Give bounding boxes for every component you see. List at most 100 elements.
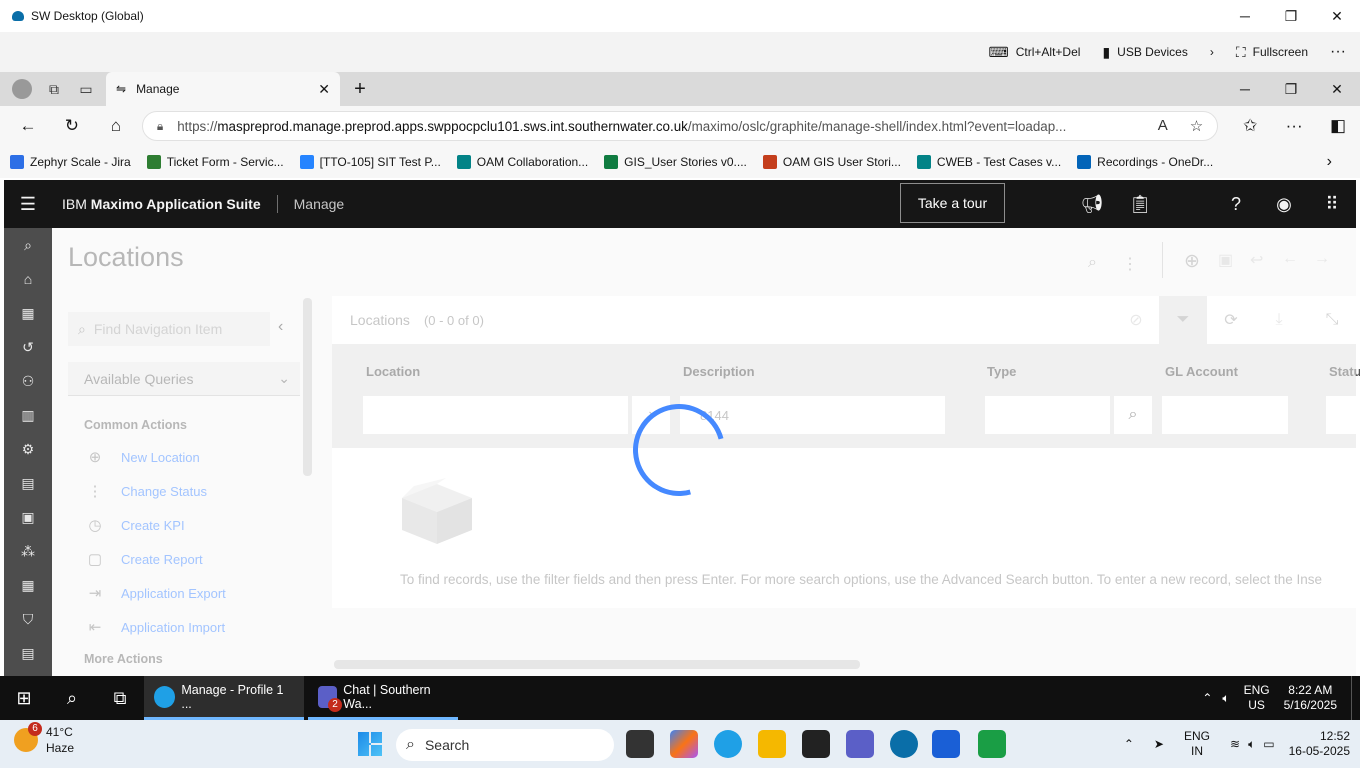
bookmark-item[interactable]: GIS_User Stories v0.... [604,155,747,169]
file-explorer-icon[interactable] [758,730,786,758]
language-indicator[interactable]: ENG IN [1184,729,1210,759]
hamburger-menu-icon[interactable]: ☰ [4,194,52,215]
left-side-nav: ⌕ ⌂ ▦ ↺ ⚇ ▥ ⚙ ▤ ▣ ⁂ ▦ ⛉ ▤ [4,228,52,676]
location-icon[interactable]: ➤ [1154,737,1164,751]
ctrl-alt-del-button[interactable]: ⌨ Ctrl+Alt+Del [989,44,1081,61]
announcements-icon[interactable]: 📢︎ [1068,180,1116,228]
app-name: Manage [293,196,345,212]
windows-start-icon[interactable] [358,732,382,756]
volume-icon[interactable]: 🔈︎ [1248,737,1255,752]
address-bar[interactable]: 🔒︎ https://maspreprod.manage.preprod.app… [141,111,1219,141]
bookmark-item[interactable]: Zephyr Scale - Jira [10,155,131,169]
assets-nav-icon[interactable]: ⚙ [4,432,52,466]
windows-start-icon[interactable]: ⊞ [0,676,48,720]
tab-actions-icon[interactable]: ▭ [70,72,102,106]
refresh-button[interactable]: ↻ [50,116,94,136]
bookmark-item[interactable]: OAM Collaboration... [456,155,588,169]
back-button[interactable]: ← [6,116,50,136]
calendar-nav-icon[interactable]: ▦ [4,568,52,602]
weather-widget[interactable]: 6 41°C Haze [14,722,74,756]
sw-desktop-icon[interactable] [890,730,918,758]
inventory-nav-icon[interactable]: ▣ [4,500,52,534]
bookmark-item[interactable]: [TTO-105] SIT Test P... [299,155,441,169]
home-nav-icon[interactable]: ⌂ [4,262,52,296]
task-view-icon[interactable]: ⧉ [96,676,144,720]
network-nav-icon[interactable]: ⁂ [4,534,52,568]
taskbar-app-label: Manage - Profile 1 ... [181,682,284,711]
clock[interactable]: 8:22 AM 5/16/2025 [1284,683,1337,713]
favorite-star-icon[interactable]: ☆ [1190,117,1203,135]
player-icon[interactable] [978,730,1006,758]
taskbar-app-chat[interactable]: 2 Chat | Southern Wa... [308,676,458,720]
bookmark-item[interactable]: OAM GIS User Stori... [762,155,901,169]
history-nav-icon[interactable]: ↺ [4,330,52,364]
settings-more-icon[interactable]: ··· [1272,116,1316,136]
s-app-icon[interactable] [932,730,960,758]
bookmark-label: GIS_User Stories v0.... [624,155,747,169]
reports-nav-icon[interactable]: ▥ [4,398,52,432]
taskbar-app-manage[interactable]: Manage - Profile 1 ... [144,676,304,720]
edge-icon[interactable] [714,730,742,758]
url-prefix: https:// [177,118,218,134]
show-desktop[interactable] [1351,676,1352,720]
tab-close-icon[interactable]: ✕ [318,81,330,98]
wifi-icon[interactable]: ≋ [1230,737,1240,751]
favorites-icon[interactable]: ✩ [1228,116,1272,136]
people-nav-icon[interactable]: ⚇ [4,364,52,398]
restore-button[interactable]: ❐ [1268,0,1314,32]
close-button[interactable]: ✕ [1314,0,1360,32]
usb-icon: ▮ [1102,43,1111,60]
search-nav-icon[interactable]: ⌕ [4,228,52,262]
bookmark-item[interactable]: CWEB - Test Cases v... [916,155,1062,169]
tray-chevron-icon[interactable]: ⌃ [1124,737,1134,751]
language-indicator[interactable]: ENG US [1244,683,1270,713]
new-tab-button[interactable]: + [340,72,380,106]
documents-nav-icon[interactable]: ▤ [4,636,52,670]
search-icon[interactable]: ⌕ [48,676,96,720]
take-a-tour-button[interactable]: Take a tour [900,183,1005,223]
browser-tab-bar: ⧉ ▭ ⇋ Manage ✕ + ─ ❐ ✕ [0,72,1360,106]
more-options-button[interactable]: ··· [1330,43,1346,61]
sticky-notes-icon[interactable] [802,730,830,758]
app-switcher-icon[interactable]: ⠿ [1308,180,1356,228]
taskbar-app-label: Chat | Southern Wa... [343,682,431,711]
windows-search-box[interactable]: ⌕ Search [396,729,614,761]
clock[interactable]: 12:52 16-05-2025 [1289,729,1350,759]
local-system-tray: ⌃ ➤ ENG IN ≋ 🔈︎ ▭ 12:52 16-05-2025 [1124,720,1350,768]
profile-avatar-icon[interactable] [6,72,38,106]
battery-icon[interactable]: ▭ [1263,737,1274,751]
clipboard-icon[interactable]: 📋︎ [1116,180,1164,228]
browser-minimize-button[interactable]: ─ [1222,72,1268,106]
usb-devices-button[interactable]: ▮ USB Devices › [1102,44,1213,61]
bookmark-item[interactable]: Recordings - OneDr... [1077,155,1213,169]
browser-address-row: ← ↻ ⌂ 🔒︎ https://maspreprod.manage.prepr… [0,106,1360,146]
task-view-icon[interactable] [626,730,654,758]
volume-icon[interactable]: 🔈︎ [1222,691,1229,706]
bookmarks-overflow-icon[interactable]: › [1327,153,1332,171]
tray-chevron-icon[interactable]: ⌃ [1202,691,1212,705]
work-orders-nav-icon[interactable]: ▤ [4,466,52,500]
minimize-button[interactable]: ─ [1222,0,1268,32]
copilot-icon[interactable] [670,730,698,758]
workspaces-icon[interactable]: ⧉ [38,72,70,106]
bookmark-label: CWEB - Test Cases v... [936,155,1062,169]
dashboard-nav-icon[interactable]: ▦ [4,296,52,330]
read-aloud-icon[interactable]: A [1158,117,1168,135]
region: US [1248,698,1265,712]
help-icon[interactable]: ? [1212,180,1260,228]
user-profile-icon[interactable]: ◉ [1260,180,1308,228]
weather-sun-icon: 6 [14,722,42,752]
side-panel-scrollbar[interactable] [303,298,312,476]
fullscreen-button[interactable]: ⛶ Fullscreen [1236,44,1308,61]
bookmark-item[interactable]: Ticket Form - Servic... [146,155,284,169]
home-button[interactable]: ⌂ [94,116,138,136]
sidebar-toggle-icon[interactable]: ◧ [1316,116,1360,136]
local-taskbar: 6 41°C Haze ⌕ Search ⌃ ➤ ENG IN ≋ 🔈︎ ▭ 12:5… [0,720,1360,768]
teams-icon[interactable] [846,730,874,758]
browser-close-button[interactable]: ✕ [1314,72,1360,106]
safety-nav-icon[interactable]: ⛉ [4,602,52,636]
browser-restore-button[interactable]: ❐ [1268,72,1314,106]
table-horizontal-scrollbar[interactable] [334,660,860,669]
tab-manage[interactable]: ⇋ Manage ✕ [106,72,340,106]
url-host: maspreprod.manage.preprod.apps.swppocpcl… [217,118,688,134]
